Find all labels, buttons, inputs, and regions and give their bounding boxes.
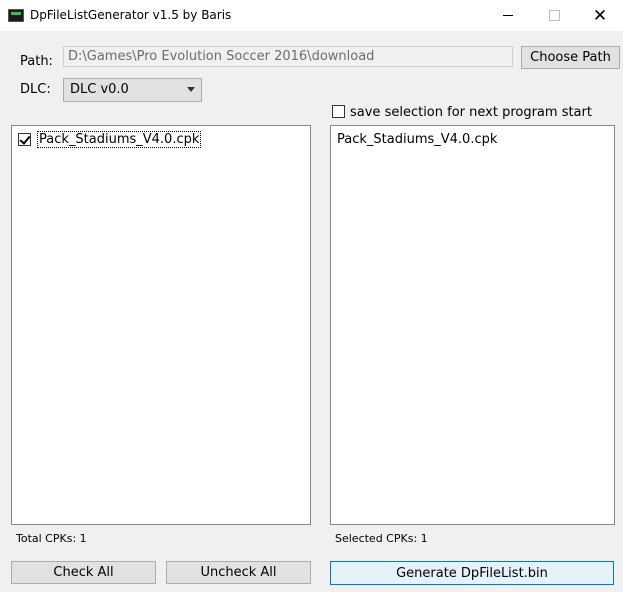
close-button[interactable]: ✕	[577, 0, 623, 31]
maximize-icon	[548, 10, 560, 21]
list-item[interactable]: Pack_Stadiums_V4.0.cpk	[337, 132, 497, 147]
window-title: DpFileListGenerator v1.5 by Baris	[30, 8, 232, 22]
selected-cpk-list[interactable]: Pack_Stadiums_V4.0.cpk	[330, 125, 615, 525]
selected-cpks-label: Selected CPKs: 1	[335, 532, 428, 545]
cpk-checkbox[interactable]	[18, 133, 31, 146]
generate-button[interactable]: Generate DpFileList.bin	[330, 561, 614, 585]
dlc-selected-value: DLC v0.0	[70, 82, 129, 97]
list-item[interactable]: Pack_Stadiums_V4.0.cpk	[18, 131, 202, 148]
uncheck-all-button[interactable]: Uncheck All	[166, 561, 311, 584]
check-all-button[interactable]: Check All	[11, 561, 156, 584]
save-selection-label[interactable]: save selection for next program start	[350, 105, 592, 120]
close-icon: ✕	[592, 5, 608, 26]
minimize-button[interactable]	[485, 0, 531, 31]
path-input[interactable]: D:\Games\Pro Evolution Soccer 2016\downl…	[63, 46, 513, 67]
dlc-dropdown[interactable]: DLC v0.0	[63, 78, 202, 102]
available-cpk-list[interactable]: Pack_Stadiums_V4.0.cpk	[11, 125, 311, 525]
total-cpks-label: Total CPKs: 1	[16, 532, 87, 545]
title-bar: DpFileListGenerator v1.5 by Baris ✕	[0, 0, 623, 31]
choose-path-button[interactable]: Choose Path	[521, 46, 620, 69]
dlc-label: DLC:	[20, 82, 51, 97]
minimize-icon	[503, 15, 513, 16]
cpk-item-label: Pack_Stadiums_V4.0.cpk	[37, 131, 202, 148]
chevron-down-icon	[187, 87, 195, 92]
path-label: Path:	[20, 54, 53, 69]
maximize-button	[531, 0, 577, 31]
app-icon	[8, 9, 24, 22]
save-selection-checkbox[interactable]	[332, 105, 345, 118]
